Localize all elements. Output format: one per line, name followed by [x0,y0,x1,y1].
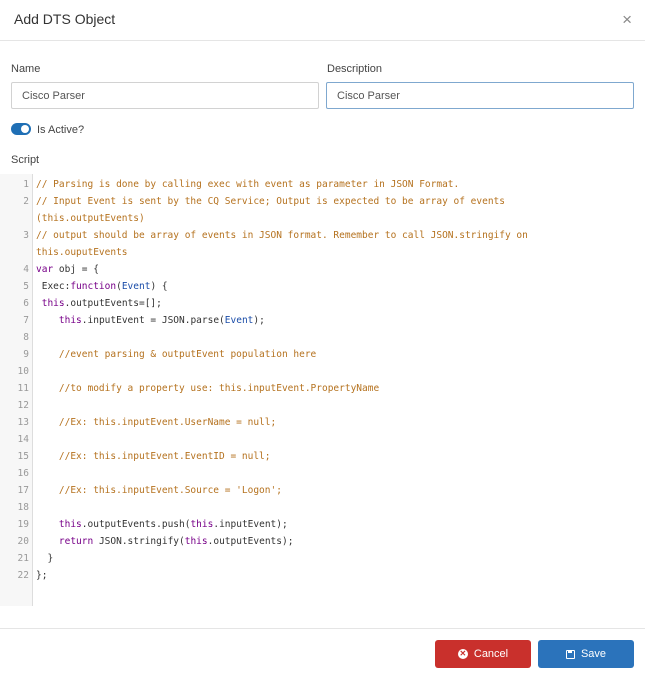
line-number: 9 [23,349,29,360]
line-number: 20 [17,536,29,547]
line-number: 2 [23,196,29,207]
code-line[interactable]: this.ouputEvents [36,244,128,261]
line-number: 3 [23,230,29,241]
line-number: 16 [17,468,29,479]
code-line[interactable]: // Input Event is sent by the CQ Service… [36,193,505,210]
save-button-label: Save [580,648,607,660]
description-input[interactable] [326,82,634,109]
line-number: 11 [17,383,29,394]
line-number: 19 [17,519,29,530]
cancel-button[interactable]: ✕ Cancel [435,640,531,668]
code-line[interactable]: // output should be array of events in J… [36,227,528,244]
line-number: 15 [17,451,29,462]
is-active-label: Is Active? [37,124,85,136]
save-button[interactable]: Save [538,640,634,668]
close-icon[interactable]: × [622,10,632,30]
line-number: 4 [23,264,29,275]
line-number: 21 [17,553,29,564]
code-line[interactable]: return JSON.stringify(this.outputEvents)… [36,533,294,550]
line-number: 1 [23,179,29,190]
script-label: Script [11,154,40,166]
name-input[interactable] [11,82,319,109]
description-label: Description [327,63,383,75]
is-active-toggle[interactable] [11,123,31,135]
code-line[interactable]: } [36,550,53,567]
line-number-gutter: 1 2 3 4 5 6 7 8 9 10 11 12 13 14 15 16 17 18 19 20 21 22 [0,174,33,606]
code-line[interactable]: this.outputEvents=[]; [36,295,162,312]
line-number: 5 [23,281,29,292]
dialog-title: Add DTS Object [14,11,116,27]
code-line[interactable]: //Ex: this.inputEvent.EventID = null; [36,448,271,465]
toggle-knob [21,125,29,133]
floppy-disk-icon [565,649,575,659]
code-line[interactable]: }; [36,567,47,584]
line-number: 7 [23,315,29,326]
name-label: Name [11,63,41,75]
dialog-header: Add DTS Object × [0,0,645,41]
code-line[interactable]: this.inputEvent = JSON.parse(Event); [36,312,265,329]
cancel-button-label: Cancel [473,648,509,660]
code-line[interactable]: //to modify a property use: this.inputEv… [36,380,379,397]
line-number: 17 [17,485,29,496]
line-number: 13 [17,417,29,428]
code-line[interactable]: Exec:function(Event) { [36,278,168,295]
line-number: 6 [23,298,29,309]
code-line[interactable]: //Ex: this.inputEvent.UserName = null; [36,414,276,431]
line-number: 14 [17,434,29,445]
line-number: 18 [17,502,29,513]
script-editor[interactable]: 1 2 3 4 5 6 7 8 9 10 11 12 13 14 15 16 17 18 19 20 21 22 // P… [0,174,645,606]
code-line[interactable]: //event parsing & outputEvent population… [36,346,316,363]
code-line[interactable]: (this.outputEvents) [36,210,145,227]
line-number: 12 [17,400,29,411]
code-line[interactable]: this.outputEvents.push(this.inputEvent); [36,516,288,533]
code-line[interactable]: var obj = { [36,261,99,278]
footer-divider [0,628,645,629]
code-line[interactable]: //Ex: this.inputEvent.Source = 'Logon'; [36,482,282,499]
line-number: 22 [17,570,29,581]
times-circle-icon: ✕ [457,649,468,659]
line-number: 10 [17,366,29,377]
code-line[interactable]: // Parsing is done by calling exec with … [36,176,459,193]
line-number: 8 [23,332,29,343]
